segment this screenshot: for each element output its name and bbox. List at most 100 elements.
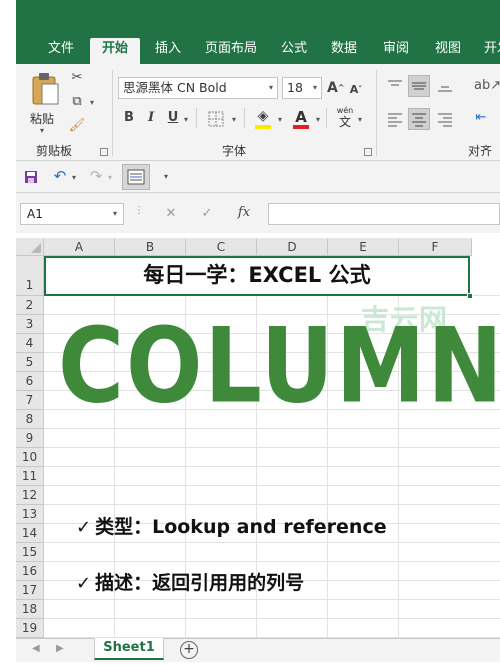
sheet-tab-sheet1[interactable]: Sheet1	[94, 638, 164, 660]
gridline	[44, 561, 500, 562]
font-family-select[interactable]: 思源黑体 CN Bold ▾	[118, 77, 278, 99]
row-header[interactable]: 9	[16, 429, 44, 448]
clipboard-group-label: 剪贴板	[36, 144, 73, 158]
align-left-icon[interactable]	[386, 111, 404, 127]
row-header[interactable]: 16	[16, 562, 44, 581]
undo-dropdown-icon[interactable]: ▾	[72, 173, 76, 182]
type-line: ✓ 类型：Lookup and reference	[76, 512, 387, 539]
tab-view[interactable]: 视图	[426, 38, 470, 64]
chevron-down-icon: ▾	[112, 209, 117, 218]
decrease-indent-icon[interactable]: ⇤	[472, 110, 490, 126]
align-top-icon[interactable]	[386, 78, 404, 94]
select-all-corner[interactable]	[16, 238, 44, 256]
tab-formulas[interactable]: 公式	[272, 38, 316, 64]
cut-icon[interactable]: ✂	[68, 70, 86, 86]
chevron-down-icon: ▾	[312, 83, 317, 92]
next-sheet-icon[interactable]: ▶	[56, 643, 64, 654]
row-header[interactable]: 19	[16, 619, 44, 638]
row-header[interactable]: 1	[16, 256, 44, 296]
clipboard-launcher-icon[interactable]	[100, 148, 108, 156]
column-header[interactable]: D	[257, 238, 328, 256]
redo-dropdown-icon[interactable]: ▾	[108, 173, 112, 182]
row-header[interactable]: 5	[16, 353, 44, 372]
row-header[interactable]: 4	[16, 334, 44, 353]
font-size-select[interactable]: 18 ▾	[282, 77, 322, 99]
row-header[interactable]: 7	[16, 391, 44, 410]
row-header[interactable]: 17	[16, 581, 44, 600]
title-bar: 文件 开始 插入 页面布局 公式 数据 审阅 视图 开发	[0, 0, 500, 64]
underline-dropdown-icon[interactable]: ▾	[184, 115, 188, 124]
save-icon[interactable]	[24, 170, 38, 184]
headline-word: COLUMN	[58, 306, 500, 427]
formula-input[interactable]	[268, 203, 500, 225]
row-header[interactable]: 14	[16, 524, 44, 543]
row-header[interactable]: 18	[16, 600, 44, 619]
font-color-dropdown-icon[interactable]: ▾	[316, 115, 320, 124]
tab-developer[interactable]: 开发	[478, 38, 500, 64]
fill-color-button[interactable]: ◈	[254, 108, 272, 130]
description-line: ✓ 描述：返回引用用的列号	[76, 568, 304, 595]
fill-color-dropdown-icon[interactable]: ▾	[278, 115, 282, 124]
worksheet-grid[interactable]: ABCDEF 1 2 3 4 5 6 7 8 9 10 11 12 13 14 15 16 17 18 19 每日一…	[16, 238, 500, 638]
tab-home[interactable]: 开始	[90, 38, 140, 64]
row-header[interactable]: 12	[16, 486, 44, 505]
font-color-swatch	[293, 125, 309, 129]
italic-button[interactable]: I	[144, 110, 158, 126]
copy-icon[interactable]: ⧉	[68, 94, 86, 110]
add-sheet-icon[interactable]: +	[180, 641, 198, 659]
tab-file[interactable]: 文件	[40, 38, 82, 64]
grow-font-button[interactable]: A^	[327, 80, 345, 96]
redo-icon[interactable]: ↷	[88, 168, 104, 184]
font-launcher-icon[interactable]	[364, 148, 372, 156]
quick-access-toolbar: ↶ ▾ ↷ ▾ ▾	[16, 161, 500, 193]
name-box[interactable]: A1 ▾	[20, 203, 124, 225]
column-header[interactable]: F	[399, 238, 472, 256]
row-header[interactable]: 10	[16, 448, 44, 467]
row-header[interactable]: 15	[16, 543, 44, 562]
borders-icon[interactable]	[208, 111, 224, 127]
copy-dropdown-icon[interactable]: ▾	[90, 98, 94, 107]
column-header[interactable]: C	[186, 238, 257, 256]
tab-review[interactable]: 审阅	[374, 38, 418, 64]
enter-icon[interactable]: ✓	[200, 206, 214, 222]
customize-qat-icon[interactable]: ▾	[164, 172, 168, 181]
cell-a1-title[interactable]: 每日一学：EXCEL 公式	[44, 256, 470, 296]
align-center-button[interactable]	[408, 108, 430, 130]
row-header[interactable]: 6	[16, 372, 44, 391]
column-header[interactable]: E	[328, 238, 399, 256]
phonetic-guide-button[interactable]: wén 文	[334, 106, 356, 132]
row-header[interactable]: 2	[16, 296, 44, 315]
splitter-handle-icon[interactable]: ⋮	[134, 205, 144, 216]
undo-icon[interactable]: ↶	[52, 168, 68, 184]
tab-insert[interactable]: 插入	[146, 38, 190, 64]
underline-button[interactable]: U	[166, 110, 180, 126]
align-right-icon[interactable]	[436, 111, 454, 127]
borders-dropdown-icon[interactable]: ▾	[232, 115, 236, 124]
font-color-button[interactable]: A	[292, 108, 310, 130]
row-header[interactable]: 11	[16, 467, 44, 486]
tab-page-layout[interactable]: 页面布局	[198, 38, 264, 64]
align-bottom-icon[interactable]	[436, 78, 454, 94]
phonetic-dropdown-icon[interactable]: ▾	[358, 115, 362, 124]
align-middle-button[interactable]	[408, 75, 430, 97]
sheet-tab-bar: ◀ ▶ Sheet1 +	[16, 638, 500, 662]
gridline	[44, 485, 500, 486]
row-header[interactable]: 13	[16, 505, 44, 524]
column-header[interactable]: B	[115, 238, 186, 256]
text-orientation-icon[interactable]: ab↗	[474, 78, 500, 94]
paste-button[interactable]: 粘贴 ▾	[26, 70, 64, 135]
tab-data[interactable]: 数据	[322, 38, 366, 64]
row-header[interactable]: 3	[16, 315, 44, 334]
form-button[interactable]	[122, 164, 150, 190]
insert-function-button[interactable]: fx	[234, 205, 254, 221]
format-painter-icon[interactable]: 🖌	[68, 118, 86, 134]
shrink-font-button[interactable]: Aˇ	[349, 82, 363, 98]
divider	[112, 70, 113, 156]
cancel-icon[interactable]: ✕	[164, 206, 178, 222]
column-header[interactable]: A	[44, 238, 115, 256]
fill-handle[interactable]	[467, 293, 473, 299]
bold-button[interactable]: B	[122, 110, 136, 126]
previous-sheet-icon[interactable]: ◀	[32, 643, 40, 654]
row-header[interactable]: 8	[16, 410, 44, 429]
check-icon: ✓	[76, 517, 92, 538]
